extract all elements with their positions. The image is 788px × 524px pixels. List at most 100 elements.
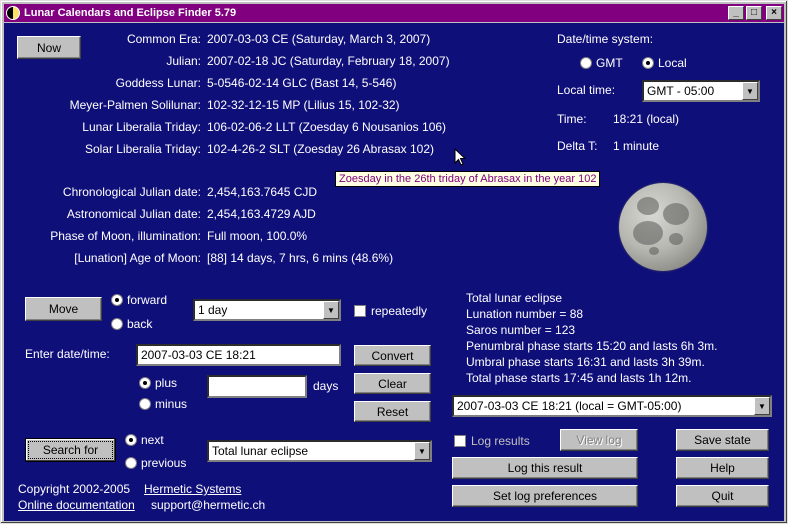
local-time-label: Local time: — [557, 83, 616, 97]
local-radio-dot[interactable] — [642, 57, 654, 69]
moon-mare — [649, 247, 659, 255]
chronological-jd-label: Chronological Julian date: — [62, 185, 201, 199]
moon-age-label: [Lunation] Age of Moon: — [74, 251, 201, 265]
gmt-radio[interactable]: GMT — [580, 56, 623, 70]
back-radio-label: back — [127, 317, 153, 331]
log-results-checkbox-box[interactable] — [454, 435, 466, 447]
convert-button[interactable]: Convert — [354, 345, 431, 366]
minus-radio-dot[interactable] — [139, 398, 151, 410]
minimize-button[interactable]: _ — [728, 6, 744, 20]
timezone-select[interactable]: GMT - 05:00 ▼ — [642, 80, 760, 102]
minus-radio-label: minus — [155, 397, 188, 411]
goddess-lunar-label: Goddess Lunar: — [115, 76, 201, 90]
plus-radio[interactable]: plus — [139, 376, 177, 390]
back-radio-dot[interactable] — [111, 318, 123, 330]
repeatedly-checkbox[interactable]: repeatedly — [354, 304, 427, 318]
moon-phase-value: Full moon, 100.0% — [207, 229, 308, 243]
delta-t-label: Delta T: — [557, 139, 598, 153]
set-log-preferences-button[interactable]: Set log preferences — [452, 485, 638, 507]
hermetic-systems-link[interactable]: Hermetic Systems — [144, 482, 241, 496]
chevron-down-icon[interactable]: ▼ — [414, 442, 430, 460]
step-select-value: 1 day — [198, 303, 228, 317]
solar-liberalia-value: 102-4-26-2 SLT (Zoesday 26 Abrasax 102) — [207, 142, 435, 156]
moon-age-value: [88] 14 days, 7 hrs, 6 mins (48.6%) — [207, 251, 394, 265]
previous-radio-dot[interactable] — [125, 457, 137, 469]
julian-label: Julian: — [166, 54, 201, 68]
search-for-button[interactable]: Search for — [25, 438, 116, 462]
moon-mare — [633, 221, 663, 245]
eclipse-result-select[interactable]: 2007-03-03 CE 18:21 (local = GMT-05:00) … — [452, 395, 772, 417]
forward-radio-label: forward — [127, 293, 168, 307]
delta-t-value: 1 minute — [613, 139, 660, 153]
local-radio[interactable]: Local — [642, 56, 687, 70]
search-target-value: Total lunar eclipse — [212, 444, 309, 458]
support-email: support@hermetic.ch — [151, 498, 266, 512]
eclipse-info-line: Total phase starts 17:45 and lasts 1h 12… — [466, 371, 692, 385]
solar-liberalia-label: Solar Liberalia Triday: — [84, 142, 201, 156]
time-label: Time: — [557, 112, 587, 126]
forward-radio[interactable]: forward — [111, 293, 167, 307]
help-button[interactable]: Help — [676, 457, 769, 479]
window-title: Lunar Calendars and Eclipse Finder 5.79 — [24, 7, 237, 19]
common-era-value: 2007-03-03 CE (Saturday, March 3, 2007) — [207, 32, 431, 46]
previous-radio-label: previous — [141, 456, 187, 470]
moon-mare — [663, 203, 689, 225]
chevron-down-icon[interactable]: ▼ — [754, 397, 770, 415]
next-radio-label: next — [141, 433, 164, 447]
next-radio[interactable]: next — [125, 433, 164, 447]
move-button[interactable]: Move — [25, 297, 102, 321]
astronomical-jd-label: Astronomical Julian date: — [66, 207, 201, 221]
moon-phase-icon — [6, 6, 20, 20]
eclipse-result-value: 2007-03-03 CE 18:21 (local = GMT-05:00) — [457, 399, 682, 413]
copyright-text: Copyright 2002-2005 — [18, 482, 131, 496]
gmt-radio-dot[interactable] — [580, 57, 592, 69]
save-state-button[interactable]: Save state — [676, 429, 769, 451]
days-input[interactable] — [207, 375, 307, 398]
plus-radio-label: plus — [155, 376, 178, 390]
online-documentation-link[interactable]: Online documentation — [18, 498, 135, 512]
step-select[interactable]: 1 day ▼ — [193, 299, 341, 321]
moon-mare — [637, 197, 659, 215]
goddess-lunar-value: 5-0546-02-14 GLC (Bast 14, 5-546) — [207, 76, 397, 90]
repeatedly-checkbox-box[interactable] — [354, 305, 366, 317]
solar-liberalia-tooltip: Zoesday in the 26th triday of Abrasax in… — [335, 171, 601, 187]
reset-button[interactable]: Reset — [354, 401, 431, 422]
client-area: Now Common Era: 2007-03-03 CE (Saturday,… — [4, 23, 784, 521]
meyer-palmen-value: 102-32-12-15 MP (Lilius 15, 102-32) — [207, 98, 400, 112]
forward-radio-dot[interactable] — [111, 294, 123, 306]
view-log-button[interactable]: View log — [560, 429, 638, 451]
back-radio[interactable]: back — [111, 317, 152, 331]
previous-radio[interactable]: previous — [125, 456, 186, 470]
datetime-system-heading: Date/time system: — [557, 32, 654, 46]
lunar-liberalia-value: 106-02-06-2 LLT (Zoesday 6 Nousanios 106… — [207, 120, 447, 134]
minus-radio[interactable]: minus — [139, 397, 187, 411]
next-radio-dot[interactable] — [125, 434, 137, 446]
eclipse-info-line: Saros number = 123 — [466, 323, 576, 337]
timezone-select-value: GMT - 05:00 — [647, 84, 715, 98]
local-radio-label: Local — [658, 56, 687, 70]
eclipse-info-line: Lunation number = 88 — [466, 307, 584, 321]
astronomical-jd-value: 2,454,163.4729 AJD — [207, 207, 316, 221]
chronological-jd-value: 2,454,163.7645 CJD — [207, 185, 318, 199]
close-button[interactable]: × — [766, 6, 782, 20]
chevron-down-icon[interactable]: ▼ — [323, 301, 339, 319]
enter-datetime-label: Enter date/time: — [25, 347, 110, 361]
datetime-input[interactable]: 2007-03-03 CE 18:21 — [136, 344, 341, 366]
log-results-label: Log results — [471, 434, 530, 448]
eclipse-info-line: Total lunar eclipse — [466, 291, 563, 305]
search-target-select[interactable]: Total lunar eclipse ▼ — [207, 440, 432, 462]
maximize-button[interactable]: □ — [746, 6, 762, 20]
common-era-label: Common Era: — [126, 32, 201, 46]
log-this-result-button[interactable]: Log this result — [452, 457, 638, 479]
clear-button[interactable]: Clear — [354, 373, 431, 394]
time-value: 18:21 (local) — [613, 112, 680, 126]
chevron-down-icon[interactable]: ▼ — [742, 82, 758, 100]
log-results-checkbox[interactable]: Log results — [454, 434, 530, 448]
plus-radio-dot[interactable] — [139, 377, 151, 389]
app-window: Lunar Calendars and Eclipse Finder 5.79 … — [0, 0, 788, 524]
moon-image — [619, 183, 707, 271]
title-bar[interactable]: Lunar Calendars and Eclipse Finder 5.79 … — [4, 4, 784, 22]
quit-button[interactable]: Quit — [676, 485, 769, 507]
moon-phase-label: Phase of Moon, illumination: — [50, 229, 201, 243]
eclipse-info-line: Umbral phase starts 16:31 and lasts 3h 3… — [466, 355, 705, 369]
